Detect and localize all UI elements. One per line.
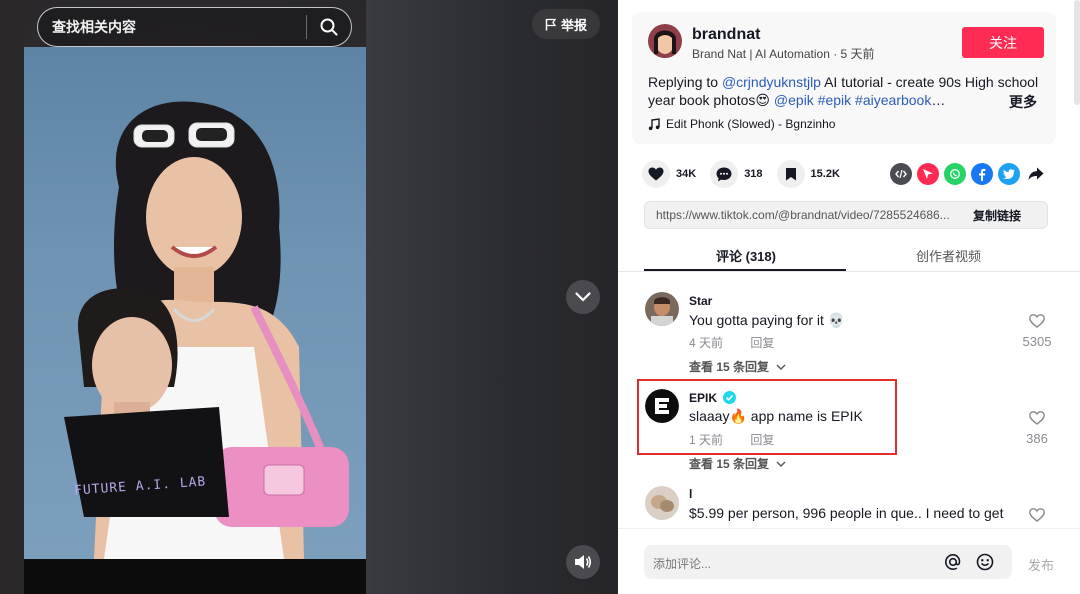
comment-meta: 4 天前 回复	[689, 334, 798, 351]
volume-icon	[575, 555, 592, 569]
emoji-icon[interactable]	[976, 553, 994, 571]
highlight-box	[637, 379, 897, 455]
send-icon[interactable]	[917, 163, 939, 185]
comment-like[interactable]	[1022, 508, 1052, 527]
next-video-button[interactable]	[566, 280, 600, 314]
comment-username[interactable]: l	[689, 487, 692, 501]
chevron-down-icon	[776, 461, 786, 467]
heart-outline-icon	[1029, 508, 1045, 522]
share-arrow-icon[interactable]	[1025, 163, 1047, 185]
video-bottom-bar	[24, 559, 366, 594]
desc-emoji: 😍	[755, 92, 771, 108]
comment-input-placeholder: 添加评论...	[653, 557, 712, 571]
comment-text: You gotta paying for it 💀	[689, 312, 846, 328]
tab-comments[interactable]: 评论 (318)	[716, 246, 776, 265]
more-button[interactable]: 更多	[1009, 92, 1037, 112]
author-avatar[interactable]	[648, 24, 682, 58]
heart-icon[interactable]	[642, 160, 670, 188]
video-player[interactable]: FUTURE A.I. LAB 查找相关内容 举报	[0, 0, 618, 594]
video-frame[interactable]: FUTURE A.I. LAB	[24, 47, 366, 559]
twitter-icon[interactable]	[998, 163, 1020, 185]
author-name[interactable]: brandnat	[692, 26, 760, 44]
blurred-background	[0, 0, 24, 594]
video-detail-panel: brandnat Brand Nat | AI Automation · 5 天…	[618, 0, 1080, 594]
comment-input[interactable]: 添加评论...	[644, 545, 1012, 579]
view-replies-label: 查看 15 条回复	[689, 360, 770, 374]
desc-ellipsis: …	[931, 92, 946, 108]
follow-button[interactable]: 关注	[962, 27, 1044, 58]
search-input[interactable]: 查找相关内容	[37, 7, 352, 47]
panel-scrollbar[interactable]	[1074, 0, 1080, 105]
tab-creator-videos[interactable]: 创作者视频	[916, 246, 981, 265]
author-subtitle: Brand Nat | AI Automation · 5 天前	[692, 47, 875, 61]
desc-hashtag-epik[interactable]: #epik	[814, 92, 851, 108]
video-url-bar: https://www.tiktok.com/@brandnat/video/7…	[644, 201, 1048, 229]
comment-action[interactable]: 318	[710, 160, 763, 188]
music-note-icon	[648, 117, 660, 130]
search-placeholder: 查找相关内容	[52, 19, 136, 35]
search-icon[interactable]	[307, 8, 351, 46]
music-label: Edit Phonk (Slowed) - Bgnzinho	[666, 117, 836, 131]
heart-outline-icon	[1029, 411, 1045, 425]
facebook-icon[interactable]	[971, 163, 993, 185]
view-replies-button[interactable]: 查看 15 条回复	[689, 358, 786, 375]
comment-avatar[interactable]	[645, 292, 679, 326]
desc-mention-link[interactable]: @crjndyuknstjlp	[722, 74, 821, 90]
report-button[interactable]: 举报	[532, 9, 600, 39]
like-count: 34K	[676, 168, 697, 180]
whatsapp-icon[interactable]	[944, 163, 966, 185]
comment-like[interactable]: 5305	[1022, 314, 1052, 349]
comment-time: 4 天前	[689, 336, 724, 350]
comment-reply-button[interactable]: 回复	[750, 336, 774, 350]
volume-button[interactable]	[566, 545, 600, 579]
mention-icon[interactable]	[944, 553, 962, 571]
tabs: 评论 (318) 创作者视频	[618, 236, 1080, 272]
comment-count: 318	[744, 168, 763, 180]
action-row: 34K 318 15.2K	[642, 160, 854, 188]
desc-mention-epik[interactable]: @epik	[770, 92, 814, 108]
flag-icon	[545, 18, 557, 30]
tab-divider	[618, 271, 1080, 272]
desc-hashtag-aiyearbook[interactable]: #aiyearbook	[851, 92, 931, 108]
desc-prefix: Replying to	[648, 74, 722, 90]
author-card: brandnat Brand Nat | AI Automation · 5 天…	[632, 12, 1056, 144]
like-action[interactable]: 34K	[642, 160, 696, 188]
chevron-down-icon	[575, 292, 591, 302]
copy-link-button[interactable]: 复制链接	[963, 207, 1021, 224]
embed-icon[interactable]	[890, 163, 912, 185]
share-icons	[890, 163, 1047, 185]
heart-outline-icon	[1029, 314, 1045, 328]
publish-button[interactable]: 发布	[1028, 555, 1054, 574]
save-action[interactable]: 15.2K	[776, 160, 840, 188]
music-link[interactable]: Edit Phonk (Slowed) - Bgnzinho	[648, 117, 835, 131]
comment-like[interactable]: 386	[1022, 411, 1052, 446]
video-url[interactable]: https://www.tiktok.com/@brandnat/video/7…	[645, 208, 963, 222]
comment-username[interactable]: Star	[689, 294, 712, 308]
comment-text: $5.99 per person, 996 people in que.. I …	[689, 505, 1004, 521]
comment-avatar[interactable]	[645, 486, 679, 520]
report-label: 举报	[560, 17, 587, 33]
bookmark-icon[interactable]	[776, 160, 805, 188]
view-replies-label: 查看 15 条回复	[689, 457, 770, 471]
save-count: 15.2K	[810, 168, 840, 180]
chevron-down-icon	[776, 364, 786, 370]
comment-bubble-icon[interactable]	[710, 160, 739, 188]
comment-like-count: 386	[1026, 431, 1048, 446]
view-replies-button[interactable]: 查看 15 条回复	[689, 455, 786, 472]
video-description: Replying to @crjndyuknstjlp AI tutorial …	[648, 73, 1048, 109]
comment-like-count: 5305	[1022, 334, 1052, 349]
